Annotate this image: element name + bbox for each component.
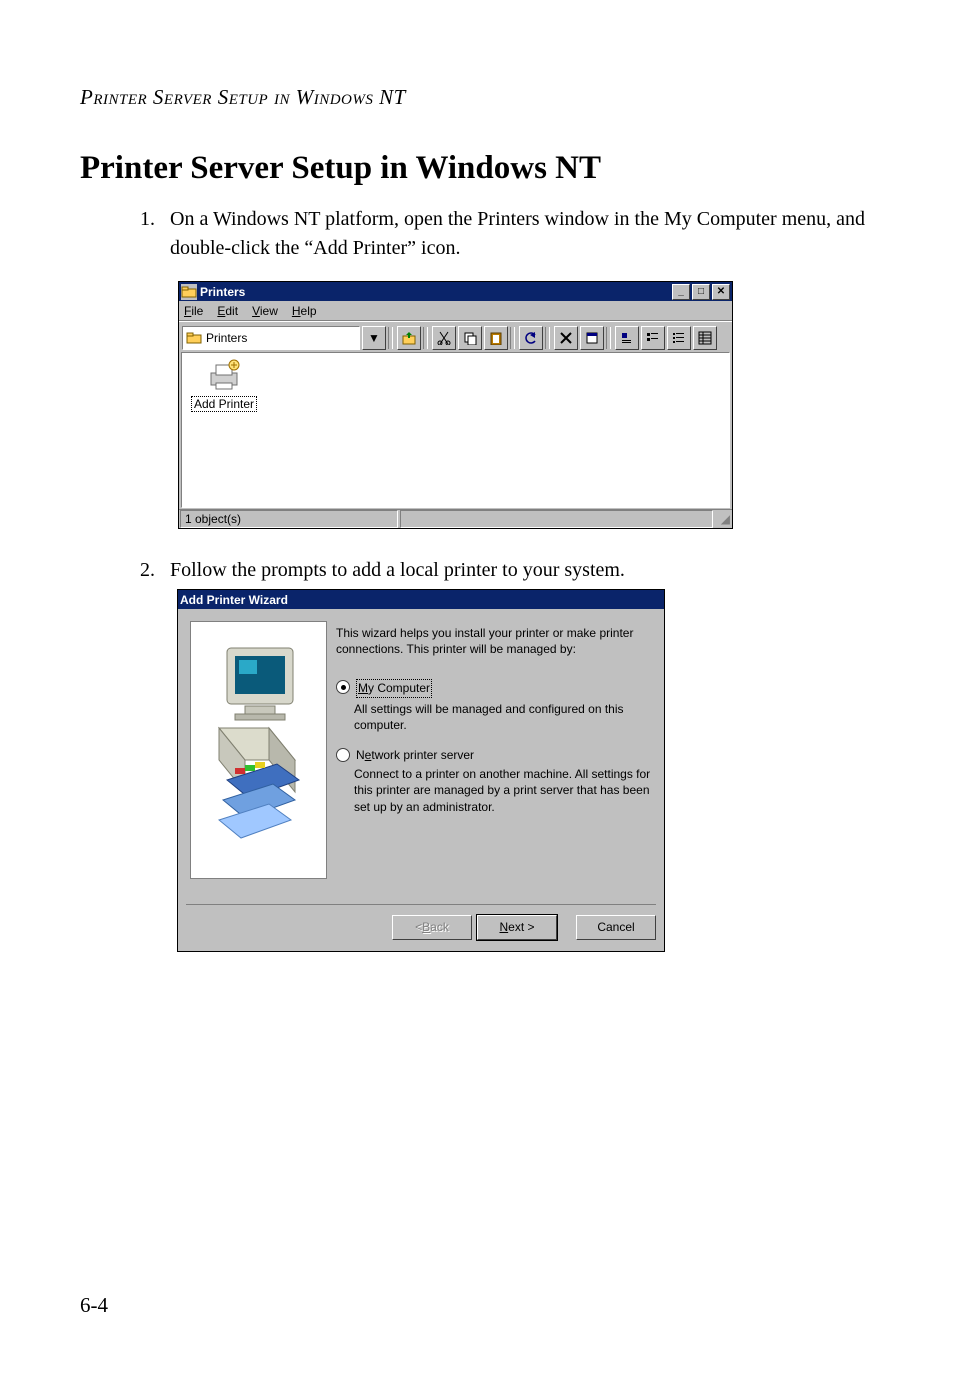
paste-button[interactable] (484, 326, 508, 350)
undo-button[interactable] (519, 326, 543, 350)
minimize-button[interactable]: _ (672, 284, 690, 300)
printers-folder-icon (181, 284, 197, 300)
large-icons-button[interactable] (615, 326, 639, 350)
computer-printer-illustration-icon (199, 630, 319, 870)
small-icons-button[interactable] (641, 326, 665, 350)
back-button: < Back (392, 915, 472, 940)
properties-button[interactable] (580, 326, 604, 350)
add-printer-label: Add Printer (191, 396, 257, 412)
step-1: On a Windows NT platform, open the Print… (160, 205, 874, 263)
wizard-side-image (190, 621, 327, 879)
radio-network-printer-desc: Connect to a printer on another machine.… (354, 766, 652, 815)
menubar: File Edit View Help (179, 301, 732, 321)
menu-help[interactable]: Help (292, 304, 317, 318)
radio-dot-icon (336, 748, 350, 762)
menu-view[interactable]: View (252, 304, 278, 318)
titlebar[interactable]: Printers _ □ ✕ (179, 282, 732, 301)
status-bar: 1 object(s) ◢ (179, 509, 732, 528)
printers-window: Printers _ □ ✕ File Edit View Help Print… (178, 281, 733, 529)
running-head: Printer Server Setup in Windows NT (80, 85, 874, 110)
copy-button[interactable] (458, 326, 482, 350)
page-title: Printer Server Setup in Windows NT (80, 150, 874, 187)
wizard-title: Add Printer Wizard (180, 593, 288, 607)
printers-folder-icon (186, 330, 202, 346)
next-button[interactable]: Next > (477, 915, 557, 940)
wizard-titlebar[interactable]: Add Printer Wizard (178, 590, 664, 609)
radio-my-computer[interactable]: My Computer (336, 679, 652, 697)
wizard-intro-text: This wizard helps you install your print… (336, 625, 652, 657)
cancel-button[interactable]: Cancel (576, 915, 656, 940)
menu-edit[interactable]: Edit (217, 304, 238, 318)
printer-glyph-icon (207, 359, 241, 393)
radio-network-printer[interactable]: Network printer server (336, 747, 652, 763)
up-one-level-button[interactable] (397, 326, 421, 350)
maximize-button[interactable]: □ (692, 284, 710, 300)
page-number: 6-4 (80, 1293, 108, 1318)
delete-button[interactable] (554, 326, 578, 350)
resize-grip-icon[interactable]: ◢ (714, 512, 732, 526)
steps-list-cont: Follow the prompts to add a local printe… (140, 556, 874, 591)
add-printer-wizard-dialog: Add Printer Wizard (177, 589, 665, 952)
step-2: Follow the prompts to add a local printe… (160, 556, 874, 585)
close-button[interactable]: ✕ (712, 284, 730, 300)
address-dropdown-button[interactable]: ▼ (362, 326, 386, 350)
steps-list: On a Windows NT platform, open the Print… (140, 205, 874, 263)
radio-network-printer-label: twork printer server (371, 748, 474, 762)
toolbar: Printers ▼ (179, 321, 732, 354)
address-text: Printers (206, 331, 356, 345)
add-printer-icon[interactable]: Add Printer (188, 359, 260, 412)
client-area[interactable]: Add Printer (181, 352, 730, 508)
titlebar-text: Printers (200, 285, 245, 299)
wizard-button-row: < Back Next > Cancel (186, 904, 656, 941)
list-view-button[interactable] (667, 326, 691, 350)
address-combo[interactable]: Printers (182, 326, 360, 350)
menu-file[interactable]: File (184, 304, 203, 318)
radio-my-computer-desc: All settings will be managed and configu… (354, 701, 652, 733)
radio-my-computer-label: y Computer (368, 681, 430, 695)
details-view-button[interactable] (693, 326, 717, 350)
cut-button[interactable] (432, 326, 456, 350)
radio-dot-icon (336, 680, 350, 694)
status-text: 1 object(s) (180, 510, 398, 528)
